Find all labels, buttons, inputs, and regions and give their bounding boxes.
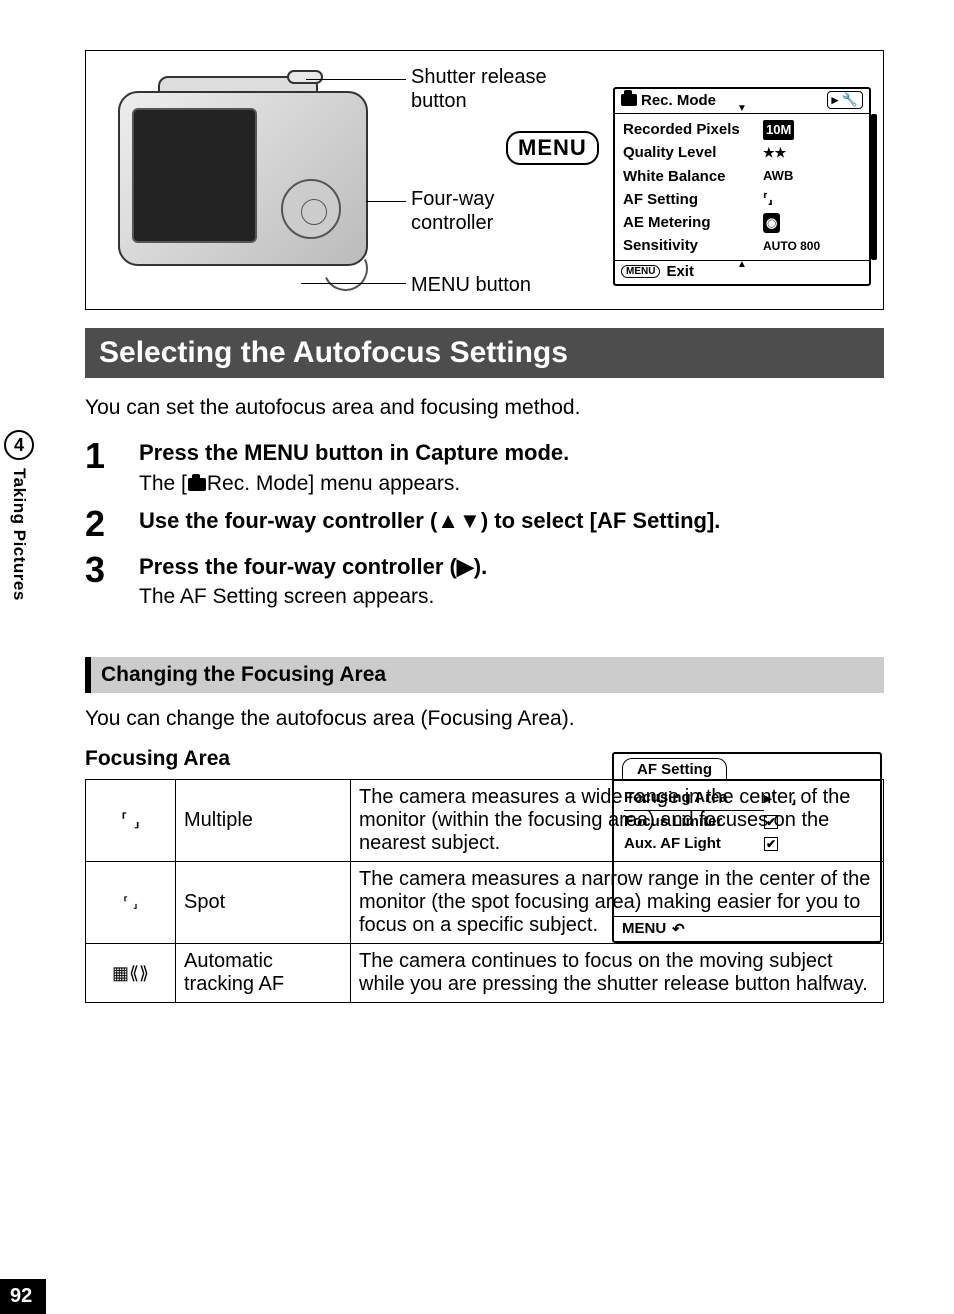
step-1-desc: The [Rec. Mode] menu appears.: [139, 472, 884, 496]
label-fourway: Four-way controller: [411, 187, 494, 235]
subsection-heading: Changing the Focusing Area: [85, 657, 884, 693]
step-3-desc: The AF Setting screen appears.: [139, 585, 559, 609]
step-3: 3 Press the four-way controller (▶). The…: [85, 552, 884, 610]
step-2: 2 Use the four-way controller (▲▼) to se…: [85, 506, 884, 542]
step-1: 1 Press the MENU button in Capture mode.…: [85, 438, 884, 496]
tracking-desc: The camera continues to focus on the mov…: [351, 944, 884, 1003]
camera-diagram: Shutter release button MENU Four-way con…: [85, 50, 884, 310]
spot-icon: ⸢ ⸥: [86, 862, 176, 944]
camera-icon: [188, 478, 206, 491]
spot-name: Spot: [176, 862, 351, 944]
multiple-icon: ⸢ ⸥: [86, 780, 176, 862]
step-3-title: Press the four-way controller (▶).: [139, 552, 559, 582]
page-number: 92: [0, 1279, 46, 1314]
label-menu-button: MENU button: [411, 273, 531, 297]
menu-button-icon: MENU: [506, 131, 599, 165]
rec-mode-menu: Rec. Mode ▸ 🔧 ▼ Recorded Pixels10M Quali…: [613, 87, 871, 286]
multiple-name: Multiple: [176, 780, 351, 862]
step-2-title: Use the four-way controller (▲▼) to sele…: [139, 506, 884, 536]
camera-icon: [621, 94, 637, 106]
back-arrow-icon: ↶: [672, 920, 685, 938]
af-setting-title: AF Setting: [622, 758, 727, 780]
section-heading: Selecting the Autofocus Settings: [85, 328, 884, 378]
exit-label: Exit: [666, 263, 694, 280]
menu-chip: MENU: [622, 920, 666, 937]
step-1-title: Press the MENU button in Capture mode.: [139, 438, 884, 468]
wrench-icon: ▸ 🔧: [827, 91, 863, 109]
rec-mode-rows: Recorded Pixels10M Quality Level★★ White…: [615, 114, 869, 260]
tracking-name: Automatic tracking AF: [176, 944, 351, 1003]
tracking-icon: ▦⟪⟫: [86, 944, 176, 1003]
section-intro: You can set the autofocus area and focus…: [85, 396, 884, 420]
label-shutter: Shutter release button: [411, 65, 547, 113]
menu-chip: MENU: [621, 265, 660, 278]
table-row: ▦⟪⟫ Automatic tracking AF The camera con…: [86, 944, 884, 1003]
af-setting-screen: AF Setting Focusing Area▸⸢ ⸥ Focus Limit…: [612, 752, 882, 943]
rec-mode-title: Rec. Mode: [641, 92, 716, 109]
subsection-intro: You can change the autofocus area (Focus…: [85, 707, 884, 731]
camera-illustration: [98, 66, 378, 281]
